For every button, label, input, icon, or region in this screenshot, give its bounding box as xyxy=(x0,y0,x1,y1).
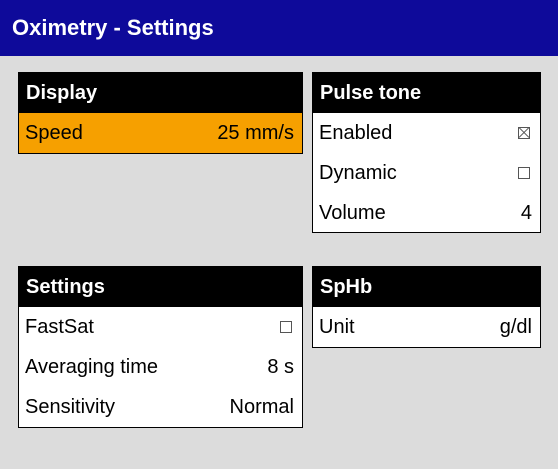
fastsat-label: FastSat xyxy=(25,315,94,338)
dynamic-checkbox[interactable] xyxy=(518,167,530,179)
window-title-bar: Oximetry - Settings xyxy=(0,0,558,56)
unit-row[interactable]: Unit g/dl xyxy=(313,307,540,347)
sphb-header-label: SpHb xyxy=(320,275,373,298)
dynamic-label: Dynamic xyxy=(319,161,397,184)
speed-row[interactable]: Speed 25 mm/s xyxy=(19,113,302,153)
fastsat-checkbox[interactable] xyxy=(280,321,292,333)
display-header-label: Display xyxy=(26,81,98,104)
sensitivity-label: Sensitivity xyxy=(25,395,116,418)
display-panel-header: Display xyxy=(19,73,302,113)
volume-label: Volume xyxy=(319,201,386,224)
window-title: Oximetry - Settings xyxy=(12,15,214,40)
pulse-tone-panel: Pulse tone Enabled Dynamic Volume 4 xyxy=(312,72,541,233)
unit-value: g/dl xyxy=(499,315,532,338)
volume-row[interactable]: Volume 4 xyxy=(313,193,540,233)
unit-label: Unit xyxy=(319,315,355,338)
settings-panel-header: Settings xyxy=(19,267,302,307)
speed-label: Speed xyxy=(25,121,83,144)
averaging-time-label: Averaging time xyxy=(25,355,159,378)
dynamic-row[interactable]: Dynamic xyxy=(313,153,540,193)
volume-value: 4 xyxy=(520,201,532,224)
speed-value: 25 mm/s xyxy=(217,121,294,144)
sphb-panel: SpHb Unit g/dl xyxy=(312,266,541,348)
sensitivity-value: Normal xyxy=(229,395,294,418)
sphb-panel-header: SpHb xyxy=(313,267,540,307)
enabled-checkbox[interactable] xyxy=(518,127,530,139)
settings-panel: Settings FastSat Averaging time 8 s Sens… xyxy=(18,266,303,428)
settings-header-label: Settings xyxy=(26,275,105,298)
averaging-time-row[interactable]: Averaging time 8 s xyxy=(19,347,302,387)
sensitivity-row[interactable]: Sensitivity Normal xyxy=(19,387,302,427)
pulse-tone-header-label: Pulse tone xyxy=(320,81,422,104)
enabled-row[interactable]: Enabled xyxy=(313,113,540,153)
fastsat-row[interactable]: FastSat xyxy=(19,307,302,347)
averaging-time-value: 8 s xyxy=(267,355,294,378)
enabled-label: Enabled xyxy=(319,121,393,144)
pulse-tone-panel-header: Pulse tone xyxy=(313,73,540,113)
display-panel: Display Speed 25 mm/s xyxy=(18,72,303,154)
